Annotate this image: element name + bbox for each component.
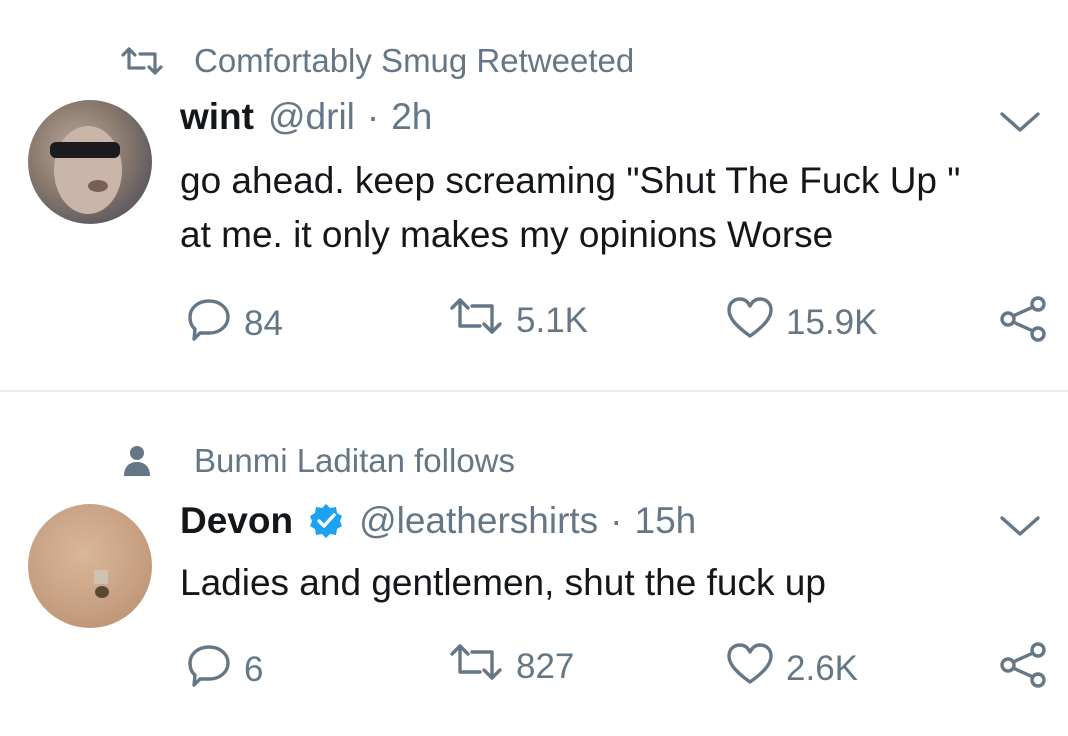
separator: · <box>366 96 380 137</box>
social-context-text: Comfortably Smug Retweeted <box>194 42 635 79</box>
heart-icon <box>726 642 774 695</box>
tweet-header: wint @dril · 2h <box>180 96 432 138</box>
reply-count: 84 <box>244 303 283 343</box>
chevron-down-icon[interactable] <box>998 512 1042 545</box>
tweet-text: Ladies and gentlemen, shut the fuck up <box>180 556 1040 610</box>
retweet-icon <box>120 43 176 79</box>
chevron-down-icon[interactable] <box>998 108 1042 141</box>
social-context-text: Bunmi Laditan follows <box>194 442 516 479</box>
reply-icon <box>186 642 232 697</box>
retweet-icon <box>448 296 504 345</box>
handle[interactable]: @dril <box>268 96 355 138</box>
tweet-text-line: at me. it only makes my opinions Worse <box>180 214 834 255</box>
retweet-count: 827 <box>516 646 575 686</box>
tweet-text-line: Ladies and gentlemen, shut the fuck up <box>180 562 826 603</box>
tweet-card[interactable]: Comfortably Smug Retweeted wint @dril · … <box>0 0 1068 390</box>
retweet-count: 5.1K <box>516 300 588 340</box>
like-button[interactable]: 2.6K <box>726 642 858 695</box>
retweet-button[interactable]: 827 <box>448 642 574 691</box>
share-button[interactable] <box>998 296 1048 351</box>
reply-button[interactable]: 84 <box>186 296 283 351</box>
retweet-button[interactable]: 5.1K <box>448 296 588 345</box>
heart-icon <box>726 296 774 349</box>
timestamp[interactable]: 2h <box>391 96 432 138</box>
verified-badge-icon <box>307 502 345 540</box>
reply-icon <box>186 296 232 351</box>
like-count: 2.6K <box>786 648 858 688</box>
retweet-icon <box>448 642 504 691</box>
tweet-header: Devon @leathershirts · 15h <box>180 500 696 542</box>
reply-count: 6 <box>244 649 264 689</box>
social-context: Bunmi Laditan follows <box>120 442 515 480</box>
tweet-card[interactable]: Bunmi Laditan follows Devon @leathershir… <box>0 392 1068 736</box>
timestamp[interactable]: 15h <box>635 500 697 542</box>
tweet-text-line: go ahead. keep screaming "Shut The Fuck … <box>180 160 961 201</box>
like-count: 15.9K <box>786 302 878 342</box>
separator: · <box>610 500 623 541</box>
share-button[interactable] <box>998 642 1048 697</box>
action-bar: 84 5.1K 15.9K <box>186 296 1048 346</box>
like-button[interactable]: 15.9K <box>726 296 877 349</box>
avatar[interactable] <box>28 504 152 628</box>
reply-button[interactable]: 6 <box>186 642 263 697</box>
avatar[interactable] <box>28 100 152 224</box>
display-name[interactable]: wint <box>180 96 254 138</box>
person-icon <box>120 443 176 479</box>
display-name[interactable]: Devon <box>180 500 293 542</box>
share-icon <box>998 296 1048 351</box>
action-bar: 6 827 2.6K <box>186 642 1048 692</box>
social-context: Comfortably Smug Retweeted <box>120 42 634 80</box>
tweet-text: go ahead. keep screaming "Shut The Fuck … <box>180 154 1040 262</box>
handle[interactable]: @leathershirts <box>359 500 598 542</box>
share-icon <box>998 642 1048 697</box>
